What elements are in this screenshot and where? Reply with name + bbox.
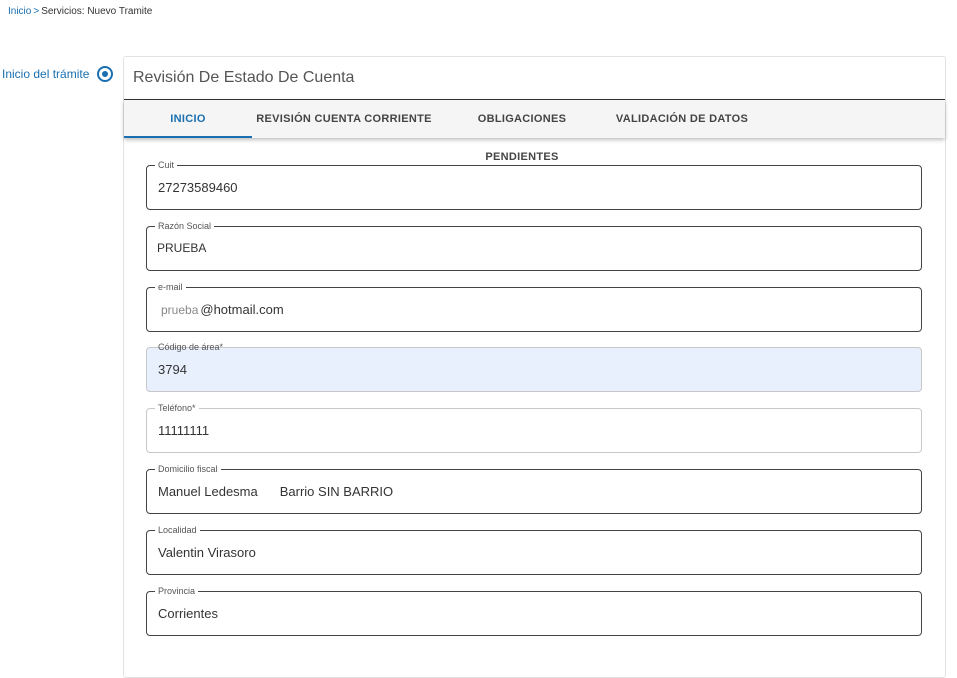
provincia-label: Provincia [155, 585, 199, 597]
breadcrumb-current: Servicios: Nuevo Tramite [41, 6, 153, 17]
tab-inicio[interactable]: INICIO [124, 100, 252, 138]
domicilio-value-wrap: Manuel Ledesma Barrio SIN BARRIO [158, 484, 393, 499]
codigo-area-field[interactable]: Código de área* 3794 [146, 342, 922, 392]
cuit-value: 27273589460 [158, 180, 238, 195]
localidad-label: Localidad [155, 524, 200, 536]
razon-social-value: PRUEBA [157, 241, 207, 255]
tab-validacion-de-datos[interactable]: VALIDACIÓN DE DATOS [614, 100, 750, 138]
tab-obligaciones-pendientes[interactable]: OBLIGACIONES PENDIENTES [440, 100, 604, 163]
telefono-field[interactable]: Teléfono* 11111111 [146, 402, 922, 453]
codigo-area-label: Código de área* [158, 342, 224, 352]
razon-social-label: Razón Social [155, 220, 215, 232]
tab-bar: INICIO REVISIÓN CUENTA CORRIENTE OBLIGAC… [124, 100, 945, 163]
breadcrumb: Inicio > Servicios: Nuevo Tramite [8, 6, 152, 17]
cuit-field[interactable]: Cuit 27273589460 [146, 159, 922, 210]
localidad-field[interactable]: Localidad Valentin Virasoro [146, 524, 922, 575]
radio-selected-icon [97, 66, 114, 82]
domicilio-barrio: Barrio SIN BARRIO [279, 484, 394, 499]
provincia-field[interactable]: Provincia Corrientes [146, 585, 922, 636]
chevron-right-icon: > [33, 6, 40, 17]
email-value: @hotmail.com [200, 302, 284, 317]
telefono-label: Teléfono* [155, 402, 199, 414]
email-label: e-mail [155, 281, 186, 293]
active-tab-indicator [124, 136, 252, 138]
codigo-area-value: 3794 [158, 362, 187, 377]
email-value-wrap: prueba @hotmail.com [161, 302, 284, 317]
email-field[interactable]: e-mail prueba @hotmail.com [146, 281, 922, 332]
email-prefix: prueba [161, 303, 199, 317]
step-label: Inicio del trámite [2, 67, 90, 81]
localidad-value: Valentin Virasoro [158, 545, 256, 560]
razon-social-field[interactable]: Razón Social PRUEBA [146, 220, 922, 271]
domicilio-fiscal-label: Domicilio fiscal [155, 463, 221, 475]
step-item-inicio[interactable]: Inicio del trámite [2, 66, 114, 82]
domicilio-street: Manuel Ledesma [158, 484, 258, 499]
telefono-value: 11111111 [158, 423, 210, 438]
cuit-label: Cuit [155, 159, 178, 171]
domicilio-fiscal-field[interactable]: Domicilio fiscal Manuel Ledesma Barrio SI… [146, 463, 922, 514]
tab-revision-cuenta-corriente[interactable]: REVISIÓN CUENTA CORRIENTE [256, 100, 432, 138]
provincia-value: Corrientes [158, 606, 218, 621]
breadcrumb-home-link[interactable]: Inicio [8, 6, 31, 17]
card-title: Revisión De Estado De Cuenta [133, 69, 355, 86]
form-card: Revisión De Estado De Cuenta INICIO REVI… [123, 56, 946, 678]
